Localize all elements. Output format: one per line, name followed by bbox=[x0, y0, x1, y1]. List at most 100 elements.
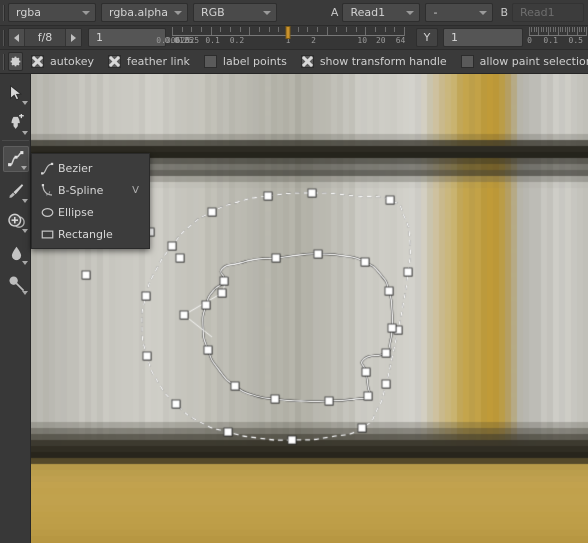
menu-item-label: B-Spline bbox=[58, 183, 104, 197]
fstop-decrement-button[interactable] bbox=[9, 29, 25, 46]
checkbox-label: show transform handle bbox=[319, 55, 447, 68]
bezier-icon bbox=[36, 161, 58, 176]
menu-item-label: Rectangle bbox=[58, 227, 113, 241]
gamma-slider[interactable]: 0 0.1 0.5 bbox=[527, 26, 587, 49]
slider-tick-label: 0.2 bbox=[229, 35, 245, 45]
gear-icon bbox=[10, 56, 21, 67]
blur-tool[interactable] bbox=[3, 240, 29, 266]
clone-stamp-icon bbox=[7, 213, 25, 228]
chevron-down-icon[interactable] bbox=[22, 199, 28, 203]
checkbox-checked-icon[interactable] bbox=[108, 55, 122, 68]
channel-dropdown[interactable]: rgba.alpha bbox=[101, 3, 188, 22]
gamma-label: Y bbox=[423, 31, 431, 44]
chevron-down-icon[interactable] bbox=[22, 261, 28, 265]
slider-tick-label: 0.1 bbox=[205, 35, 220, 45]
menu-item-bezier[interactable]: Bezier bbox=[32, 157, 149, 179]
wipe-mode-value: - bbox=[433, 6, 438, 19]
gamma-label-button[interactable]: Y bbox=[416, 28, 438, 47]
bspline-icon bbox=[36, 183, 58, 198]
chevron-down-icon bbox=[82, 10, 90, 15]
checkbox-label: autokey bbox=[50, 55, 95, 68]
checkbox-show-transform-handle[interactable]: show transform handle bbox=[300, 55, 447, 68]
select-tool[interactable] bbox=[3, 80, 29, 106]
tool-column bbox=[0, 74, 31, 543]
roto-shape-overlay[interactable] bbox=[31, 74, 588, 543]
menu-item-rectangle[interactable]: Rectangle bbox=[32, 223, 149, 245]
cursor-arrow-icon bbox=[10, 84, 23, 101]
slider-tick-label: 0 bbox=[527, 35, 532, 45]
checkbox-label: feather link bbox=[127, 55, 190, 68]
menu-item-b-spline[interactable]: B-Spline V bbox=[32, 179, 149, 201]
bezier-tool[interactable] bbox=[3, 146, 29, 172]
chevron-down-icon[interactable] bbox=[21, 166, 27, 170]
input-a-dropdown[interactable]: Read1 bbox=[342, 3, 421, 22]
pen-plus-icon bbox=[11, 114, 24, 129]
input-b-label: B bbox=[500, 6, 508, 19]
slider-tick-label: 2 bbox=[311, 35, 316, 45]
gain-slider[interactable]: 0.00625 0.0125 0.025 0.1 0.2 1 2 10 20 64 bbox=[156, 25, 405, 49]
toolbar-grip[interactable] bbox=[0, 26, 8, 49]
checkbox-feather-link[interactable]: feather link bbox=[108, 55, 190, 68]
gamma-value: 1 bbox=[451, 31, 458, 44]
checkbox-label-points[interactable]: label points bbox=[203, 55, 287, 68]
fstop-stepper[interactable]: f/8 bbox=[8, 28, 82, 47]
add-point-tool[interactable] bbox=[3, 110, 29, 136]
roto-settings-button[interactable] bbox=[8, 52, 23, 71]
checkbox-unchecked-icon[interactable] bbox=[460, 55, 474, 68]
clone-tool[interactable] bbox=[3, 208, 29, 234]
triangle-left-icon bbox=[14, 33, 19, 42]
checkbox-allow-paint-selection[interactable]: allow paint selection bbox=[460, 55, 588, 68]
chevron-down-icon bbox=[174, 10, 182, 15]
exposure-toolbar: f/8 1 0.00625 0.0125 0.025 0.1 0.2 1 2 10 20 64 Y… bbox=[0, 25, 588, 50]
chevron-down-icon[interactable] bbox=[22, 229, 28, 233]
checkbox-autokey[interactable]: autokey bbox=[31, 55, 94, 68]
gain-value: 1 bbox=[96, 31, 103, 44]
paint-brush-icon bbox=[9, 184, 24, 198]
channel-value: rgba.alpha bbox=[109, 6, 169, 19]
triangle-right-icon bbox=[71, 33, 76, 42]
smudge-icon bbox=[8, 275, 24, 291]
checkbox-checked-icon[interactable] bbox=[31, 55, 44, 68]
chevron-down-icon bbox=[406, 10, 415, 15]
smudge-tool[interactable] bbox=[3, 270, 29, 296]
input-a-value: Read1 bbox=[350, 6, 386, 19]
channel-set-value: rgba bbox=[16, 6, 42, 19]
menu-item-ellipse[interactable]: Ellipse bbox=[32, 201, 149, 223]
channel-set-dropdown[interactable]: rgba bbox=[8, 3, 96, 22]
chevron-down-icon[interactable] bbox=[22, 131, 28, 135]
gain-input[interactable]: 1 bbox=[88, 28, 166, 47]
menu-item-label: Bezier bbox=[58, 161, 93, 175]
fstop-value: f/8 bbox=[37, 31, 53, 44]
tool-separator bbox=[2, 140, 29, 141]
input-a-label: A bbox=[330, 6, 339, 19]
image-viewer[interactable] bbox=[31, 74, 588, 543]
channel-toolbar: rgba rgba.alpha RGB A Read1 - B Read1 bbox=[0, 0, 588, 26]
menu-item-shortcut: V bbox=[132, 184, 139, 196]
input-b-dropdown[interactable]: Read1 bbox=[512, 3, 584, 22]
toolbar-grip[interactable] bbox=[0, 50, 8, 73]
fstop-increment-button[interactable] bbox=[65, 29, 81, 46]
checkbox-label: allow paint selection bbox=[479, 55, 588, 68]
slider-tick-labels: 0 0.1 0.5 bbox=[527, 35, 586, 47]
slider-handle[interactable] bbox=[285, 25, 291, 39]
checkbox-checked-icon[interactable] bbox=[300, 55, 314, 68]
roto-checkbox-list: autokey feather link label points show tran… bbox=[31, 55, 588, 68]
slider-tick-label: 0.1 bbox=[543, 35, 558, 45]
paint-brush-tool[interactable] bbox=[3, 178, 29, 204]
menu-item-label: Ellipse bbox=[58, 205, 94, 219]
rectangle-icon bbox=[36, 227, 58, 242]
shape-type-menu[interactable]: Bezier B-Spline V Ellipse Rectangle bbox=[31, 153, 150, 249]
checkbox-label: label points bbox=[222, 55, 287, 68]
slider-tick-label: 0.025 bbox=[175, 35, 200, 45]
checkbox-unchecked-icon[interactable] bbox=[203, 55, 217, 68]
roto-options-toolbar: autokey feather link label points show tran… bbox=[0, 50, 588, 74]
ellipse-icon bbox=[36, 205, 58, 220]
gamma-input[interactable]: 1 bbox=[443, 28, 523, 47]
display-style-value: RGB bbox=[201, 6, 225, 19]
chevron-down-icon[interactable] bbox=[22, 291, 28, 295]
slider-tick-label: 10 bbox=[357, 35, 368, 45]
wipe-mode-dropdown[interactable]: - bbox=[425, 3, 494, 22]
toolbar-grip[interactable] bbox=[0, 0, 8, 25]
chevron-down-icon[interactable] bbox=[22, 101, 28, 105]
display-style-dropdown[interactable]: RGB bbox=[193, 3, 277, 22]
